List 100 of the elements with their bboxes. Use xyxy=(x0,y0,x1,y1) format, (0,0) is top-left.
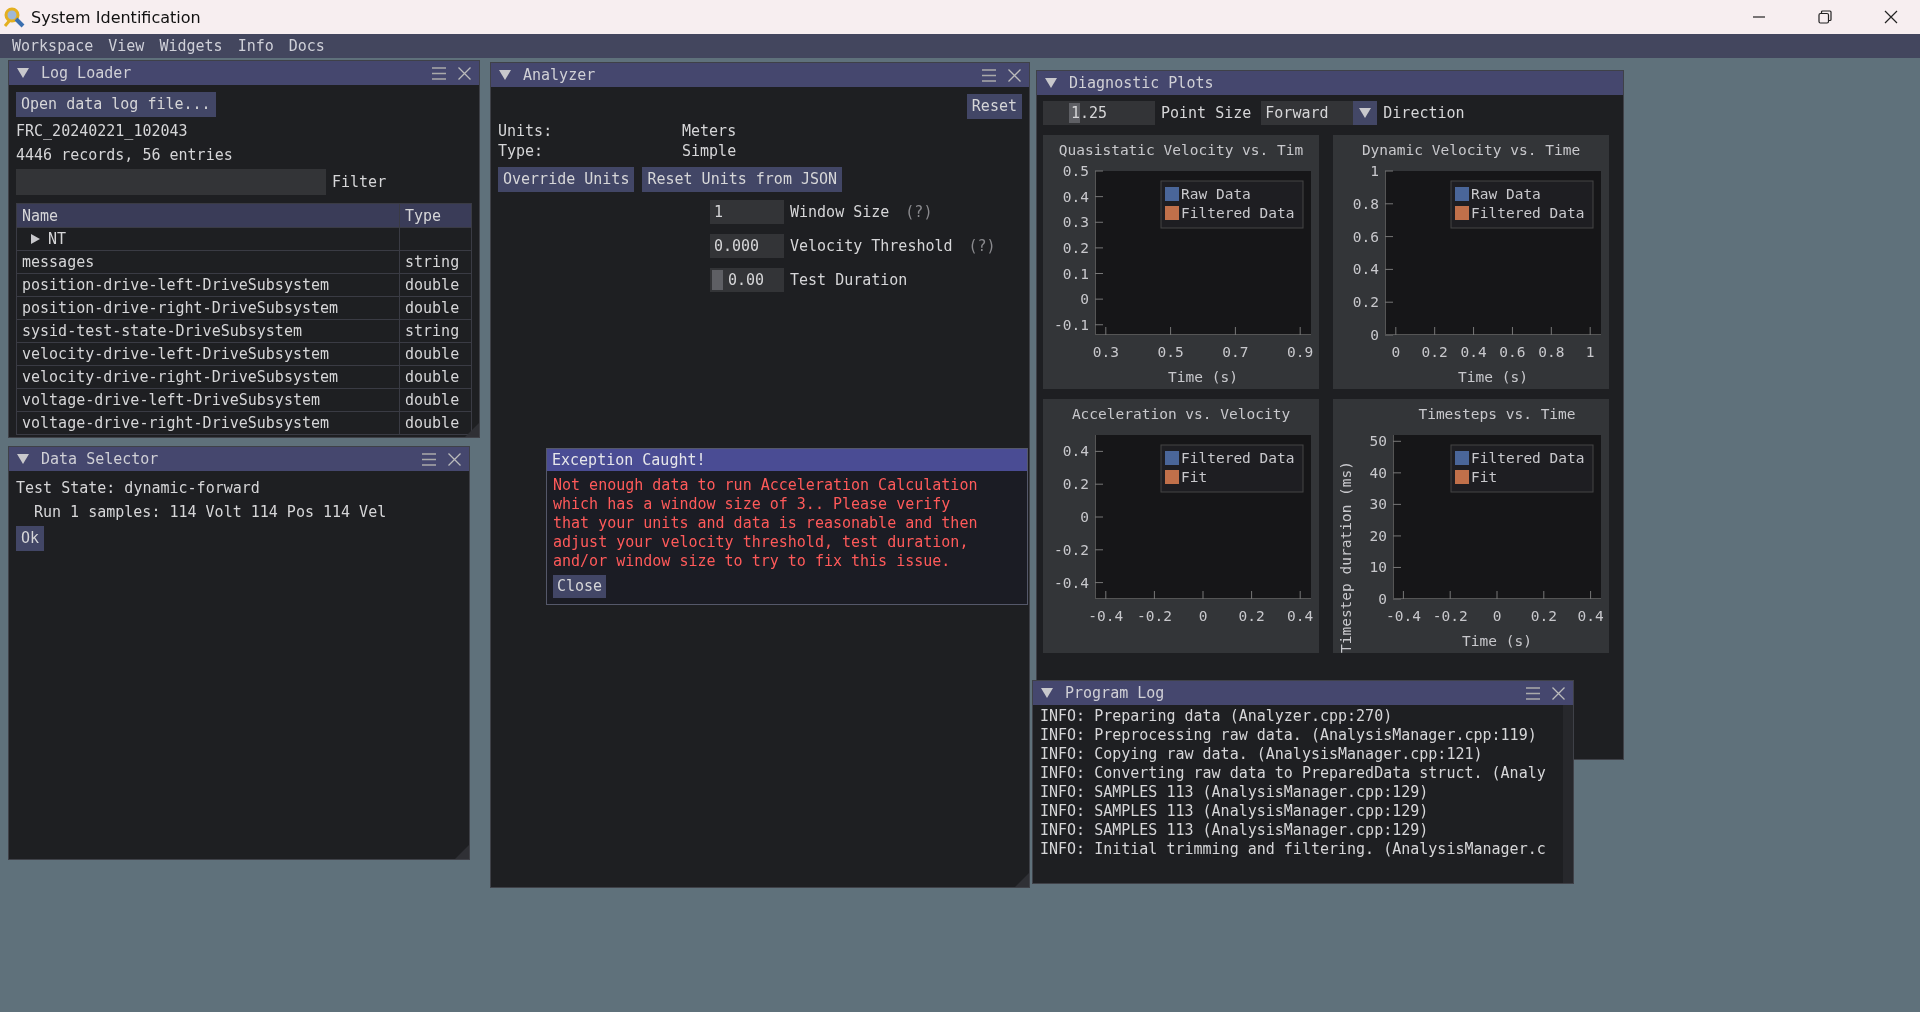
entry-name[interactable]: messages xyxy=(16,250,400,274)
direction-dropdown[interactable]: Forward xyxy=(1261,101,1378,125)
y-tick-label: -0.1 xyxy=(1054,316,1089,333)
duration-slider[interactable]: 0.00 xyxy=(710,268,784,292)
menu-item[interactable]: Docs xyxy=(288,37,325,55)
ok-button[interactable]: Ok xyxy=(16,526,45,551)
x-tick-label: 0.2 xyxy=(1238,608,1265,624)
y-tick-label: -0.4 xyxy=(1054,574,1089,591)
reset-button[interactable]: Reset xyxy=(966,94,1022,119)
x-tick-label: 1 xyxy=(1585,344,1595,360)
x-tick-label: 0.2 xyxy=(1530,608,1557,624)
menu-item[interactable]: View xyxy=(108,37,145,55)
menu-icon[interactable] xyxy=(432,66,446,80)
close-button[interactable]: Close xyxy=(553,575,607,598)
entry-name[interactable]: position-drive-right-DriveSubsystem xyxy=(16,296,400,320)
y-tick-label: 1 xyxy=(1370,163,1379,179)
number-field[interactable]: 0.000 xyxy=(710,234,784,258)
expand-arrow-icon[interactable] xyxy=(31,234,40,244)
collapse-icon[interactable] xyxy=(17,68,29,78)
menu-icon[interactable] xyxy=(982,68,996,82)
log-line: INFO: SAMPLES 113 (AnalysisManager.cpp:129) xyxy=(1040,783,1430,802)
y-tick-label: 0.8 xyxy=(1352,195,1379,212)
info-label: Units: xyxy=(498,121,554,141)
info-value: Meters xyxy=(682,121,738,141)
menu-item[interactable]: Workspace xyxy=(12,37,94,55)
y-tick-label: 0.5 xyxy=(1062,163,1089,179)
entry-name[interactable]: velocity-drive-left-DriveSubsystem xyxy=(16,342,400,366)
y-tick-label: 50 xyxy=(1369,433,1387,450)
entry-type: double xyxy=(399,296,472,320)
y-tick-label: 0.2 xyxy=(1062,239,1089,256)
y-tick-label: 0 xyxy=(1080,509,1089,525)
direction-label: Direction xyxy=(1383,104,1465,122)
log-line: INFO: Initial trimming and filtering. (AnalysisManager.c xyxy=(1040,840,1547,859)
log-line: INFO: Preprocessing raw data. (AnalysisManager.cpp:119) xyxy=(1040,726,1538,745)
point-size-label: Point Size xyxy=(1161,104,1252,122)
dropdown-arrow-icon[interactable] xyxy=(1359,108,1372,118)
param-label: Window Size xyxy=(790,203,890,221)
log-line: INFO: SAMPLES 113 (AnalysisManager.cpp:129) xyxy=(1040,821,1430,840)
y-tick-label: 0.2 xyxy=(1062,476,1089,493)
y-tick-label: 0.3 xyxy=(1062,214,1089,231)
x-axis-label: Time (s) xyxy=(1462,633,1532,649)
column-header[interactable]: Name xyxy=(16,203,400,228)
entry-name[interactable]: voltage-drive-right-DriveSubsystem xyxy=(16,411,400,435)
panel-title: Program Log xyxy=(1065,684,1166,702)
collapse-icon[interactable] xyxy=(499,70,511,80)
collapse-icon[interactable] xyxy=(17,454,29,464)
tree-node[interactable]: NT xyxy=(16,227,400,251)
point-size-slider[interactable]: 1.25 xyxy=(1043,101,1155,125)
x-tick-label: 0.4 xyxy=(1287,608,1314,624)
panel-title: Log Loader xyxy=(41,64,133,82)
entry-name[interactable]: velocity-drive-right-DriveSubsystem xyxy=(16,365,400,389)
panel-title: Diagnostic Plots xyxy=(1069,74,1215,92)
legend-label: Filtered Data xyxy=(1471,450,1585,466)
x-tick-label: 0.8 xyxy=(1538,344,1565,360)
entry-name[interactable]: sysid-test-state-DriveSubsystem xyxy=(16,319,400,343)
log-line: INFO: Preparing data (Analyzer.cpp:270) xyxy=(1040,707,1394,726)
test-state: Test State: dynamic-forward xyxy=(16,478,261,498)
scrollbar[interactable] xyxy=(1563,705,1573,883)
units-button[interactable]: Override Units xyxy=(498,167,635,192)
error-message: Not enough data to run Acceleration Calculation which has a window size of 3.. Please verify that your units and data is reasonable and then adjust your velocity threshold, test duration, and/or window size to try to fix this issue. xyxy=(553,476,979,571)
column-header[interactable]: Type xyxy=(399,203,472,228)
y-axis-label: Timestep duration (ms) xyxy=(1338,460,1354,653)
number-field[interactable]: 1 xyxy=(710,200,784,224)
collapse-icon[interactable] xyxy=(1045,78,1057,88)
entry-name[interactable]: voltage-drive-left-DriveSubsystem xyxy=(16,388,400,412)
info-label: Type: xyxy=(498,141,545,161)
x-tick-label: 0 xyxy=(1492,608,1502,624)
log-line: INFO: SAMPLES 113 (AnalysisManager.cpp:129) xyxy=(1040,802,1430,821)
help-marker[interactable]: (?) xyxy=(968,237,996,255)
restore-icon[interactable] xyxy=(1818,10,1832,24)
plot-title: Dynamic Velocity vs. Time xyxy=(1361,142,1581,158)
entry-type: double xyxy=(399,342,472,366)
entry-name[interactable]: position-drive-left-DriveSubsystem xyxy=(16,273,400,297)
close-icon[interactable] xyxy=(1884,10,1898,24)
y-tick-label: 0.4 xyxy=(1352,261,1379,278)
x-tick-label: 0 xyxy=(1391,344,1401,360)
legend-label: Raw Data xyxy=(1181,186,1251,202)
x-axis-label: Time (s) xyxy=(1168,369,1238,385)
menu-item[interactable]: Info xyxy=(237,37,274,55)
menu-icon[interactable] xyxy=(1526,686,1540,700)
x-axis-label: Time (s) xyxy=(1458,369,1528,385)
y-tick-label: 0.4 xyxy=(1062,188,1089,205)
x-tick-label: 0.9 xyxy=(1287,344,1314,360)
menu-item[interactable]: Widgets xyxy=(159,37,223,55)
param-label: Velocity Threshold xyxy=(790,237,953,255)
menu-icon[interactable] xyxy=(422,452,436,466)
plot-title: Timesteps vs. Time xyxy=(1418,406,1576,422)
resize-grip[interactable] xyxy=(455,845,469,859)
log-line: INFO: Copying raw data. (AnalysisManager.cpp:121) xyxy=(1040,745,1484,764)
x-tick-label: -0.2 xyxy=(1432,608,1468,624)
log-line: INFO: Converting raw data to PreparedData struct. (Analy xyxy=(1040,764,1547,783)
y-tick-label: 40 xyxy=(1369,464,1387,481)
filter-label: Filter xyxy=(332,172,387,192)
y-tick-label: 0 xyxy=(1080,291,1089,308)
units-button[interactable]: Reset Units from JSON xyxy=(642,167,843,192)
entry-type: double xyxy=(399,365,472,389)
open-file-button[interactable]: Open data log file... xyxy=(16,92,216,117)
collapse-icon[interactable] xyxy=(1041,688,1053,698)
slider-handle[interactable] xyxy=(712,270,723,290)
help-marker[interactable]: (?) xyxy=(905,203,933,221)
